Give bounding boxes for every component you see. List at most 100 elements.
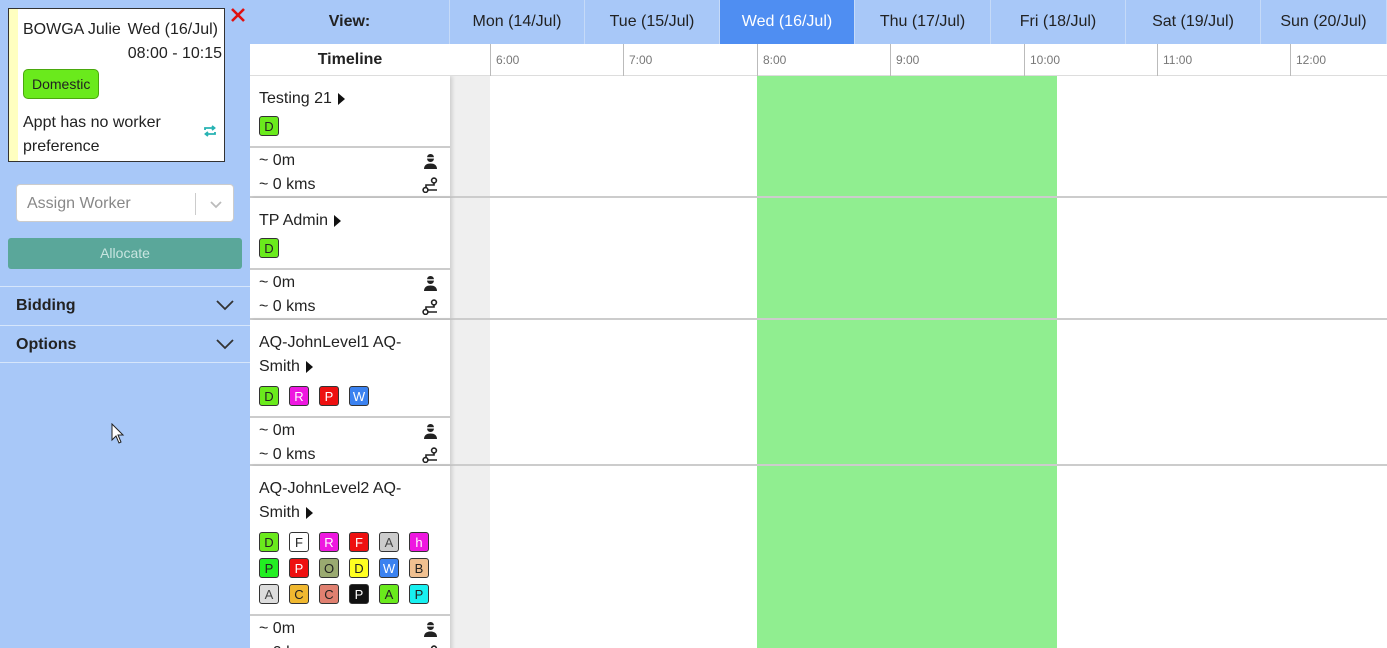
worker-name-text: TP Admin: [259, 212, 329, 229]
worker-row[interactable]: AQ-JohnLevel2 AQ-Smith D F R F Ah P P O D W B A C C P A P…: [250, 466, 450, 648]
route-icon: [422, 447, 438, 463]
worker-icon: [424, 622, 437, 637]
repeat-icon[interactable]: [202, 123, 218, 139]
worker-name[interactable]: TP Admin: [259, 209, 429, 233]
appointment-day: Wed (16/Jul): [127, 21, 218, 38]
expand-arrow-icon[interactable]: [334, 214, 342, 227]
travel-kms: ~ 0 kms: [259, 644, 315, 648]
schedule-grid[interactable]: Testing 21 D ~ 0m ~ 0 kms TP Admin D ~ 0m ~ 0 k…: [250, 76, 1387, 648]
timeline-tick: 11:00: [1157, 44, 1192, 76]
bidding-section-header[interactable]: Bidding: [0, 286, 250, 324]
skill-tag: P: [409, 584, 429, 604]
assign-worker-select[interactable]: Assign Worker: [16, 184, 234, 222]
timeline-tick: 8:00: [757, 44, 786, 76]
expand-arrow-icon[interactable]: [337, 92, 345, 105]
tab-day-4[interactable]: Thu (17/Jul): [855, 0, 991, 44]
worker-row[interactable]: AQ-JohnLevel1 AQ-Smith D R P W ~ 0m ~ 0 kms: [250, 320, 450, 466]
select-separator: [195, 193, 196, 215]
options-label: Options: [16, 336, 77, 353]
tab-day-5[interactable]: Fri (18/Jul): [991, 0, 1126, 44]
bidding-label: Bidding: [16, 297, 76, 314]
allocate-button[interactable]: Allocate: [8, 238, 242, 269]
skill-tag: W: [379, 558, 399, 578]
skill-tag: F: [349, 532, 369, 552]
worker-row[interactable]: Testing 21 D ~ 0m ~ 0 kms: [250, 76, 450, 198]
worker-name-text: AQ-JohnLevel1 AQ-Smith: [259, 334, 402, 375]
skill-tag: A: [259, 584, 279, 604]
row-divider: [450, 464, 1387, 466]
options-section-header[interactable]: Options: [0, 325, 250, 363]
tab-day-2[interactable]: Tue (15/Jul): [585, 0, 720, 44]
worker-name[interactable]: AQ-JohnLevel1 AQ-Smith: [259, 331, 429, 379]
timeline-tick: 6:00: [490, 44, 519, 76]
timeline-tick-label: 9:00: [896, 53, 920, 67]
skill-tag: P: [289, 558, 309, 578]
skill-tag: P: [319, 386, 339, 406]
travel-kms: ~ 0 kms: [259, 176, 316, 193]
row-divider: [450, 318, 1387, 320]
worker-name-text: AQ-JohnLevel2 AQ-Smith: [259, 480, 402, 521]
travel-kms: ~ 0 kms: [259, 446, 316, 463]
skill-tag: O: [319, 558, 339, 578]
tab-day-7[interactable]: Sun (20/Jul): [1261, 0, 1387, 44]
appointment-client: BOWGA Julie: [23, 21, 121, 38]
skill-tag: A: [379, 532, 399, 552]
allocation-panel: BOWGA Julie Wed (16/Jul) 08:00 - 10:15 D…: [0, 0, 250, 648]
appointment-card[interactable]: BOWGA Julie Wed (16/Jul) 08:00 - 10:15 D…: [8, 8, 225, 162]
route-icon: [422, 177, 438, 193]
skill-tag: R: [289, 386, 309, 406]
tab-day-6[interactable]: Sat (19/Jul): [1126, 0, 1261, 44]
travel-minutes: ~ 0m: [259, 274, 296, 291]
mouse-cursor-icon: [111, 423, 125, 444]
timeline-tick: 9:00: [890, 44, 919, 76]
assign-worker-placeholder: Assign Worker: [27, 195, 131, 212]
appointment-note: Appt has no worker preference: [23, 114, 161, 155]
appointment-status-stripe: [9, 9, 18, 161]
timeline-tick: 10:00: [1024, 44, 1060, 76]
timeline-header: Timeline 6:00 7:00 8:00 9:00 10:00 11:00 12:00: [250, 44, 1387, 76]
travel-minutes: ~ 0m: [259, 152, 296, 169]
skill-tag: D: [259, 238, 279, 258]
worker-icon: [424, 276, 437, 291]
skill-tag: D: [259, 532, 279, 552]
timeline-tick: 7:00: [623, 44, 652, 76]
timeline-tick-label: 8:00: [763, 53, 787, 67]
chevron-down-icon: [216, 300, 234, 311]
travel-minutes: ~ 0m: [259, 620, 296, 637]
tab-day-1[interactable]: Mon (14/Jul): [450, 0, 585, 44]
expand-arrow-icon[interactable]: [305, 360, 313, 373]
worker-stats: ~ 0m ~ 0 kms: [250, 416, 450, 464]
skill-tag: W: [349, 386, 369, 406]
skill-tag: P: [259, 558, 279, 578]
chevron-down-icon: [216, 339, 234, 350]
appointment-time-block[interactable]: [757, 76, 1057, 648]
chevron-down-icon[interactable]: [209, 197, 223, 211]
day-tabs: View: Mon (14/Jul) Tue (15/Jul) Wed (16/Ju…: [250, 0, 1387, 44]
appointment-time: 08:00 - 10:15: [127, 45, 222, 62]
timeline-tick-label: 12:00: [1296, 53, 1327, 67]
tab-day-3[interactable]: Wed (16/Jul): [720, 0, 855, 44]
skill-tag: B: [409, 558, 429, 578]
worker-row[interactable]: TP Admin D ~ 0m ~ 0 kms: [250, 198, 450, 320]
skill-tag: D: [259, 116, 279, 136]
travel-minutes: ~ 0m: [259, 422, 296, 439]
expand-arrow-icon[interactable]: [305, 506, 313, 519]
row-divider: [450, 196, 1387, 198]
timeline-tick-label: 10:00: [1030, 53, 1061, 67]
close-icon[interactable]: [229, 6, 247, 24]
unavailable-time: [450, 76, 490, 648]
worker-name[interactable]: Testing 21: [259, 87, 429, 111]
worker-stats: ~ 0m ~ 0 kms: [250, 614, 450, 648]
skill-tag: P: [349, 584, 369, 604]
route-icon: [422, 299, 438, 315]
worker-icon: [424, 154, 437, 169]
skill-tag: A: [379, 584, 399, 604]
view-label: View:: [250, 0, 450, 44]
skill-tag: D: [349, 558, 369, 578]
timeline-tick-label: 7:00: [629, 53, 653, 67]
timeline-tick-label: 6:00: [496, 53, 520, 67]
skill-tag: h: [409, 532, 429, 552]
worker-name[interactable]: AQ-JohnLevel2 AQ-Smith: [259, 477, 429, 525]
skill-tag: D: [259, 386, 279, 406]
travel-kms: ~ 0 kms: [259, 298, 316, 315]
